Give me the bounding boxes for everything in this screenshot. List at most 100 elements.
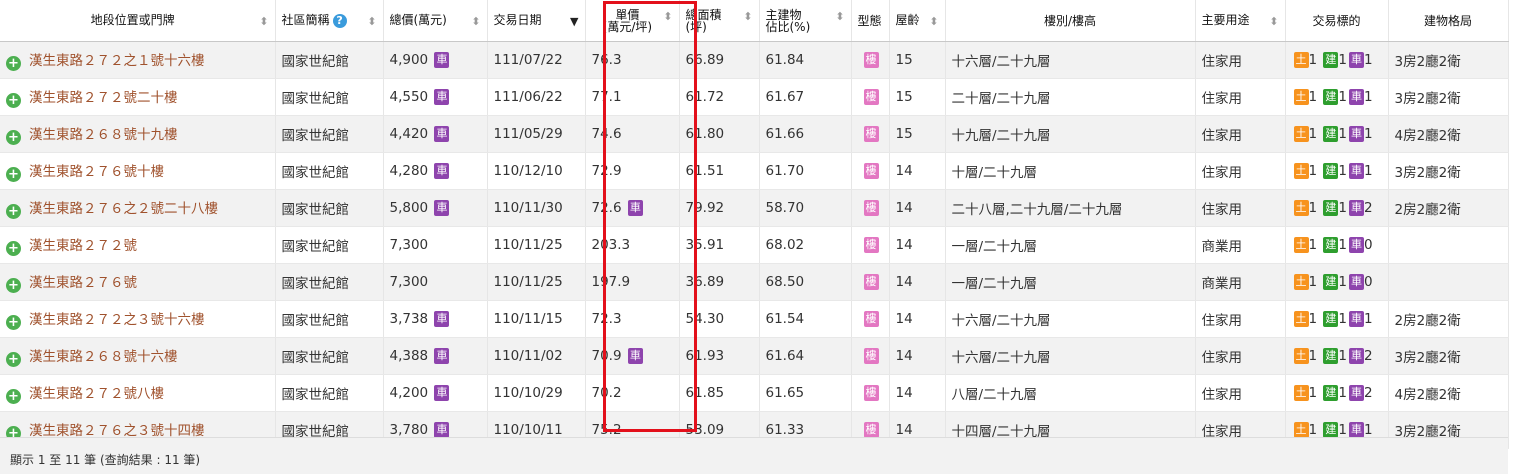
land-count: 1 <box>1308 311 1318 327</box>
expand-icon[interactable]: + <box>6 315 21 330</box>
expand-icon[interactable]: + <box>6 389 21 404</box>
help-icon[interactable]: ? <box>332 13 347 28</box>
sort-icon[interactable]: ⬍ <box>471 15 480 28</box>
address-link[interactable]: 漢生東路２６８號十六樓 <box>29 349 178 365</box>
col-community[interactable]: 社區簡稱? ⬍ <box>275 0 384 42</box>
cell-location[interactable]: + 漢生東路２７２號 <box>0 226 276 264</box>
address-link[interactable]: 漢生東路２７２之１號十六樓 <box>29 53 205 69</box>
expand-icon[interactable]: + <box>6 278 21 293</box>
parking-count-badge: 車 <box>1348 237 1364 253</box>
total-price: 4,550 <box>389 89 429 105</box>
building-type-badge: 樓 <box>863 89 879 105</box>
cell-location[interactable]: + 漢生東路２７２號八樓 <box>0 374 276 412</box>
sort-icon[interactable]: ⬍ <box>743 10 752 23</box>
cell-use: 住家用 <box>1195 189 1286 227</box>
address-link[interactable]: 漢生東路２７６之２號二十八樓 <box>29 201 218 217</box>
sort-icon[interactable]: ⬍ <box>367 15 376 28</box>
table-row[interactable]: + 漢生東路２７２之１號十六樓 國家世紀館 4,900 車 111/07/22 76.3 … <box>0 41 1509 79</box>
expand-icon[interactable]: + <box>6 241 21 256</box>
col-area[interactable]: 總面積 (坪) ⬍ <box>679 0 760 42</box>
col-total[interactable]: 總價(萬元) ⬍ <box>383 0 488 42</box>
cell-total: 4,900 車 <box>383 41 488 79</box>
address-link[interactable]: 漢生東路２６８號十九樓 <box>29 127 178 143</box>
cell-location[interactable]: + 漢生東路２６８號十九樓 <box>0 115 276 153</box>
sort-icon[interactable]: ⬍ <box>1269 15 1278 28</box>
building-badge: 建 <box>1323 385 1339 401</box>
total-price: 3,738 <box>389 311 429 327</box>
sort-icon[interactable]: ⬍ <box>663 10 672 23</box>
cell-use: 住家用 <box>1195 115 1286 153</box>
cell-location[interactable]: + 漢生東路２７６之２號二十八樓 <box>0 189 276 227</box>
building-badge: 建 <box>1323 200 1339 216</box>
address-link[interactable]: 漢生東路２７６號 <box>29 275 137 291</box>
table-row[interactable]: + 漢生東路２７２之３號十六樓 國家世紀館 3,738 車 110/11/15 72.3 … <box>0 300 1509 338</box>
cell-location[interactable]: + 漢生東路２７２之１號十六樓 <box>0 41 276 79</box>
col-age[interactable]: 屋齡 ⬍ <box>889 0 946 42</box>
parking-badge: 車 <box>434 200 450 216</box>
table-row[interactable]: + 漢生東路２７６號 國家世紀館 7,300 110/11/25 197.9 36.89… <box>0 263 1509 301</box>
expand-icon[interactable]: + <box>6 56 21 71</box>
cell-target: 土1 建1車0 <box>1285 226 1389 264</box>
land-badge: 土 <box>1293 422 1309 438</box>
cell-layout: 2房2廳2衛 <box>1388 300 1509 338</box>
table-row[interactable]: + 漢生東路２６８號十九樓 國家世紀館 4,420 車 111/05/29 74.6 61… <box>0 115 1509 153</box>
cell-target: 土1 建1車1 <box>1285 300 1389 338</box>
cell-unit-price: 197.9 <box>585 263 680 301</box>
sort-icon[interactable]: ⬍ <box>259 15 268 28</box>
col-unit-price[interactable]: 單價 (萬元/坪) ⬍ <box>585 0 680 42</box>
cell-location[interactable]: + 漢生東路２７６號十樓 <box>0 152 276 190</box>
parking-badge: 車 <box>627 348 643 364</box>
unit-price: 74.6 <box>591 126 622 142</box>
cell-total: 3,738 車 <box>383 300 488 338</box>
land-count: 1 <box>1308 237 1318 253</box>
sort-desc-icon[interactable]: ▼ <box>570 15 578 28</box>
table-row[interactable]: + 漢生東路２７６號十樓 國家世紀館 4,280 車 110/12/10 72.9 61.… <box>0 152 1509 190</box>
table-row[interactable]: + 漢生東路２７６之２號二十八樓 國家世紀館 5,800 車 110/11/30 72.6… <box>0 189 1509 227</box>
col-main-ratio[interactable]: 主建物 佔比(%) ⬍ <box>759 0 852 42</box>
table-row[interactable]: + 漢生東路２６８號十六樓 國家世紀館 4,388 車 110/11/02 70.9 車6… <box>0 337 1509 375</box>
cell-unit-price: 72.6 車 <box>585 189 680 227</box>
table-footer: 顯示 1 至 11 筆 (查詢結果 : 11 筆) <box>0 437 1508 474</box>
col-unit-price-label: 單價 (萬元/坪) <box>602 7 653 34</box>
table-row[interactable]: + 漢生東路２７２號 國家世紀館 7,300 110/11/25 203.3 35.91… <box>0 226 1509 264</box>
expand-icon[interactable]: + <box>6 93 21 108</box>
address-link[interactable]: 漢生東路２７２號二十樓 <box>29 90 178 106</box>
building-count: 1 <box>1338 311 1347 327</box>
col-date[interactable]: 交易日期 ▼ <box>487 0 586 42</box>
table-row[interactable]: + 漢生東路２７２號八樓 國家世紀館 4,200 車 110/10/29 70.2 61.… <box>0 374 1509 412</box>
land-badge: 土 <box>1293 348 1309 364</box>
expand-icon[interactable]: + <box>6 167 21 182</box>
parking-count: 1 <box>1363 311 1373 327</box>
expand-icon[interactable]: + <box>6 130 21 145</box>
cell-location[interactable]: + 漢生東路２７２號二十樓 <box>0 78 276 116</box>
building-count: 1 <box>1338 237 1347 253</box>
address-link[interactable]: 漢生東路２７２號八樓 <box>29 386 164 402</box>
cell-unit-price: 74.6 <box>585 115 680 153</box>
table-row[interactable]: + 漢生東路２７２號二十樓 國家世紀館 4,550 車 111/06/22 77.1 61… <box>0 78 1509 116</box>
address-link[interactable]: 漢生東路２７６號十樓 <box>29 164 164 180</box>
cell-age: 15 <box>889 78 946 116</box>
address-link[interactable]: 漢生東路２７２號 <box>29 238 137 254</box>
expand-icon[interactable]: + <box>6 204 21 219</box>
parking-count: 2 <box>1363 200 1373 216</box>
unit-price: 75.2 <box>591 422 622 438</box>
cell-unit-price: 70.2 <box>585 374 680 412</box>
cell-location[interactable]: + 漢生東路２７６號 <box>0 263 276 301</box>
parking-badge: 車 <box>627 200 643 216</box>
expand-icon[interactable]: + <box>6 352 21 367</box>
address-link[interactable]: 漢生東路２７２之３號十六樓 <box>29 312 205 328</box>
cell-area: 35.91 <box>679 226 760 264</box>
building-badge: 建 <box>1323 126 1339 142</box>
building-type-badge: 樓 <box>863 163 879 179</box>
cell-location[interactable]: + 漢生東路２６８號十六樓 <box>0 337 276 375</box>
cell-total: 4,200 車 <box>383 374 488 412</box>
sort-icon[interactable]: ⬍ <box>835 10 844 23</box>
building-count: 1 <box>1338 89 1347 105</box>
building-count: 1 <box>1338 163 1347 179</box>
sort-icon[interactable]: ⬍ <box>929 15 938 28</box>
cell-use: 住家用 <box>1195 41 1286 79</box>
col-use[interactable]: 主要用途 ⬍ <box>1195 0 1286 42</box>
col-age-label: 屋齡 <box>895 12 920 27</box>
cell-location[interactable]: + 漢生東路２７２之３號十六樓 <box>0 300 276 338</box>
col-location[interactable]: 地段位置或門牌 ⬍ <box>0 0 276 42</box>
